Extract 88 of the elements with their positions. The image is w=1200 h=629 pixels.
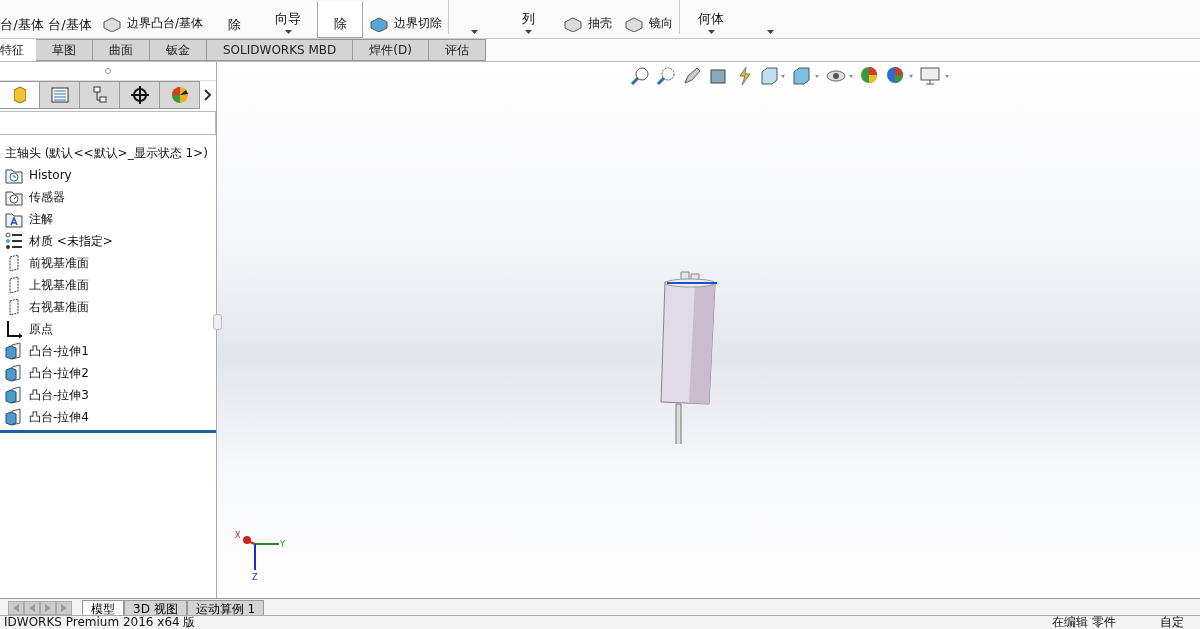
ribbon-dropdown[interactable]: 列 <box>499 0 558 38</box>
command-tab[interactable]: 特征 <box>0 39 36 61</box>
extrude-icon <box>5 364 23 382</box>
triangle-icon <box>45 604 51 612</box>
panel-tab[interactable] <box>120 81 160 109</box>
ribbon-button[interactable]: 镜向 <box>618 0 680 38</box>
extrude-icon <box>5 408 23 426</box>
tree-item-label: 凸台-拉伸1 <box>29 342 89 360</box>
triangle-icon <box>29 604 35 612</box>
tree-item[interactable]: 原点 <box>0 318 216 340</box>
tree-item-label: 材质 <未指定> <box>29 232 113 250</box>
triangle-icon <box>13 604 19 612</box>
ribbon-button[interactable]: 除 <box>209 0 260 38</box>
block-icon <box>624 16 645 32</box>
tree-item[interactable]: 凸台-拉伸4 <box>0 406 216 428</box>
hierarchy-icon <box>91 86 108 104</box>
ribbon-button[interactable]: 除 <box>317 2 364 38</box>
tree-item[interactable]: 凸台-拉伸2 <box>0 362 216 384</box>
cube-icon[interactable] <box>760 66 786 86</box>
caret-icon <box>524 30 532 34</box>
view-tab[interactable]: 模型 <box>82 600 124 615</box>
color-ball-icon[interactable] <box>886 66 914 86</box>
ribbon-button[interactable]: 边界凸台/基体 <box>96 0 210 38</box>
magnifier-icon[interactable] <box>656 66 676 86</box>
extrude-icon <box>5 342 23 360</box>
tree-item-label: 传感器 <box>29 188 65 206</box>
ribbon-button[interactable]: 抽壳 <box>557 0 619 38</box>
view-tab[interactable]: 3D 视图 <box>124 600 187 615</box>
filter-field[interactable] <box>0 111 216 135</box>
table-icon <box>50 87 69 103</box>
splitter-handle[interactable] <box>213 314 222 330</box>
tree-item-label: 前视基准面 <box>29 254 89 272</box>
clock-folder-icon <box>5 166 23 184</box>
color-ball-icon <box>170 86 189 104</box>
tree-item[interactable]: 凸台-拉伸3 <box>0 384 216 406</box>
command-tab[interactable]: 草图 <box>36 39 93 61</box>
gauge-folder-icon <box>5 188 23 206</box>
ribbon-button[interactable]: 台/基体 <box>0 0 44 38</box>
view-tab[interactable]: 运动算例 1 <box>186 600 265 615</box>
block-icon <box>102 16 122 32</box>
command-tab[interactable]: SOLIDWORKS MBD <box>207 39 354 61</box>
magnifier-icon[interactable] <box>630 66 650 86</box>
caret-icon <box>766 30 774 34</box>
ribbon-dropdown[interactable]: 向导 <box>259 0 318 38</box>
status-text: 自定 <box>1159 616 1185 629</box>
command-tab[interactable]: 曲面 <box>93 39 150 61</box>
tree-item-label: 凸台-拉伸4 <box>29 408 89 426</box>
tree-item[interactable]: 凸台-拉伸1 <box>0 340 216 362</box>
pencil-icon[interactable] <box>682 66 702 86</box>
tree-item-label: 凸台-拉伸3 <box>29 386 89 404</box>
tree-item-label: 原点 <box>29 320 53 338</box>
letter-folder-icon <box>5 210 23 228</box>
tree-root[interactable]: 主轴头 (默认<<默认>_显示状态 1>) <box>0 139 216 164</box>
tree-item-label: 注解 <box>29 210 53 228</box>
caret-icon <box>470 30 478 34</box>
status-text: IDWORKS Premium 2016 x64 版 <box>3 616 197 629</box>
ribbon-button[interactable]: 边界切除 <box>363 0 449 38</box>
command-tab[interactable]: 焊件(D) <box>353 39 429 61</box>
tree-item-label: 右视基准面 <box>29 298 89 316</box>
tree-item[interactable]: 注解 <box>0 208 216 230</box>
tree-item[interactable]: 传感器 <box>0 186 216 208</box>
monitor-icon[interactable] <box>920 66 950 86</box>
extrude-icon <box>5 386 23 404</box>
caret-icon <box>707 30 715 34</box>
tree-item[interactable]: 前视基准面 <box>0 252 216 274</box>
tree-item[interactable]: 上视基准面 <box>0 274 216 296</box>
ribbon-button[interactable]: 台/基体 <box>44 0 96 38</box>
tree-item-label: 上视基准面 <box>29 276 89 294</box>
axes-icon <box>5 320 23 338</box>
command-tab[interactable]: 钣金 <box>150 39 207 61</box>
color-ball-icon[interactable] <box>860 66 880 86</box>
list-icon <box>5 232 23 250</box>
crosshair-icon <box>130 86 149 104</box>
block-icon <box>369 16 390 32</box>
cube-icon[interactable] <box>792 66 820 86</box>
tree-item[interactable]: 右视基准面 <box>0 296 216 318</box>
tree-item[interactable]: History <box>0 164 216 186</box>
ribbon-dropdown[interactable]: 何体 <box>680 0 743 38</box>
tree-item[interactable]: 材质 <未指定> <box>0 230 216 252</box>
chevron-right-icon[interactable] <box>204 89 212 101</box>
command-tab[interactable]: 评估 <box>428 39 486 61</box>
axis-triad-drawing: X Y Z <box>235 528 295 588</box>
tree-item-label: 凸台-拉伸2 <box>29 364 89 382</box>
tree-item-label: History <box>29 168 72 182</box>
block-icon <box>563 16 584 32</box>
caret-icon <box>284 30 292 34</box>
status-text: 在编辑 零件 <box>1051 616 1117 629</box>
triangle-icon <box>61 604 67 612</box>
